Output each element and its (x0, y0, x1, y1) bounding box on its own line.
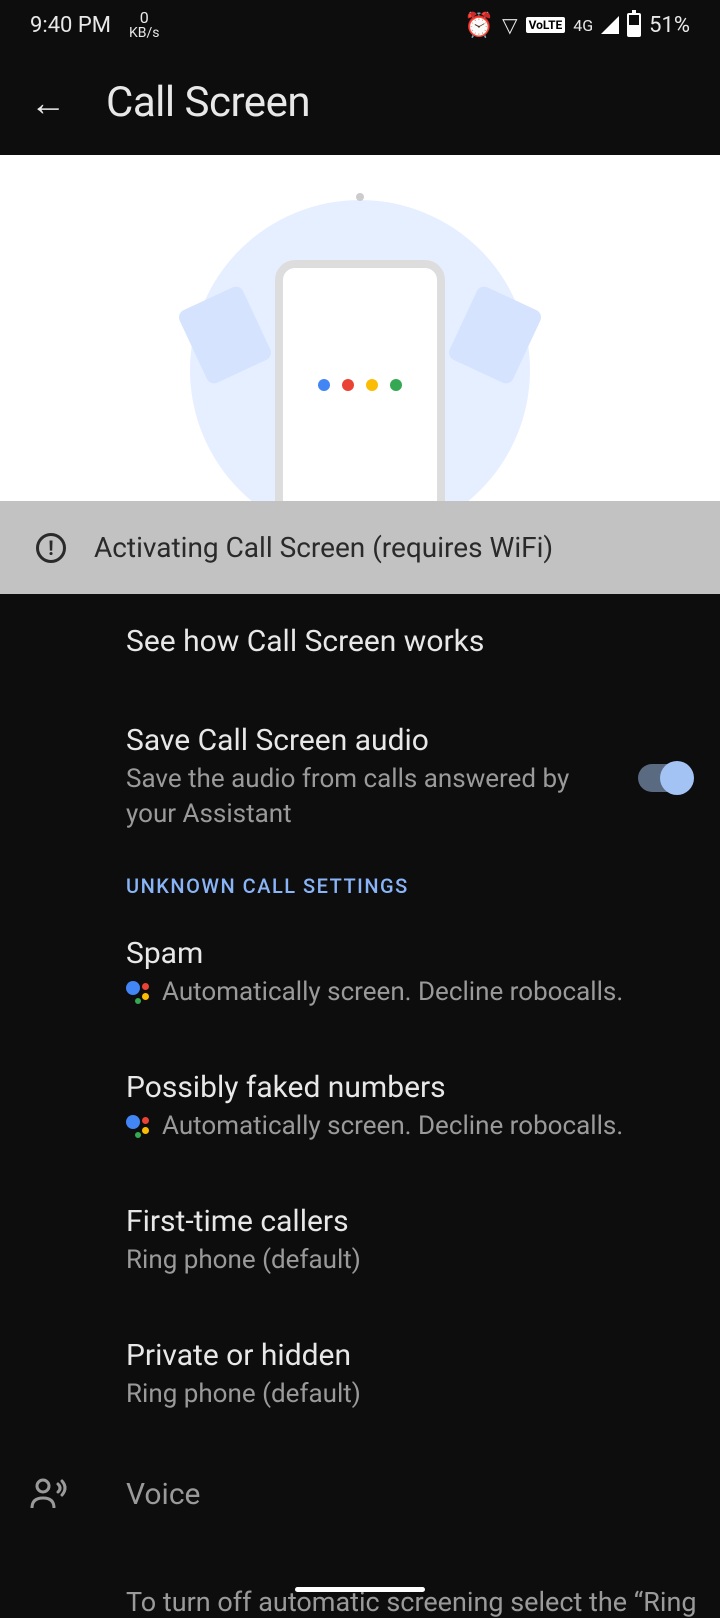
spam-item[interactable]: Spam Automatically screen. Decline roboc… (126, 906, 690, 1040)
signal-icon (601, 16, 619, 34)
settings-list: See how Call Screen works Save Call Scre… (0, 594, 720, 1443)
status-bar: 9:40 PM 0 KB/s ⏰ ▽ VoLTE 4G 51% (0, 0, 720, 50)
hero-phone (275, 260, 445, 501)
first-time-item[interactable]: First-time callers Ring phone (default) (126, 1174, 690, 1308)
nav-indicator[interactable] (295, 1587, 425, 1592)
faked-title: Possibly faked numbers (126, 1070, 690, 1105)
spam-subtitle-row: Automatically screen. Decline robocalls. (126, 975, 690, 1010)
dot-yellow (366, 379, 378, 391)
spam-title: Spam (126, 936, 690, 971)
clock: 9:40 PM (30, 13, 111, 38)
assistant-icon (126, 1115, 152, 1139)
dot-blue (318, 379, 330, 391)
alarm-icon: ⏰ (464, 11, 494, 39)
save-audio-text: Save Call Screen audio Save the audio fr… (126, 723, 618, 832)
faked-subtitle-row: Automatically screen. Decline robocalls. (126, 1109, 690, 1144)
first-time-title: First-time callers (126, 1204, 690, 1239)
activation-banner: ! Activating Call Screen (requires WiFi) (0, 501, 720, 594)
dot-red (342, 379, 354, 391)
private-title: Private or hidden (126, 1338, 690, 1373)
private-subtitle: Ring phone (default) (126, 1377, 690, 1412)
status-left: 9:40 PM 0 KB/s (30, 10, 159, 40)
unknown-calls-header: UNKNOWN CALL SETTINGS (126, 862, 690, 906)
volte-badge: VoLTE (526, 17, 566, 33)
phone-antenna (356, 193, 364, 201)
wifi-icon: ▽ (502, 13, 517, 37)
page-title: Call Screen (106, 78, 310, 127)
app-bar: ← Call Screen (0, 50, 720, 155)
faked-subtitle: Automatically screen. Decline robocalls. (162, 1109, 623, 1144)
status-right: ⏰ ▽ VoLTE 4G 51% (464, 11, 690, 39)
dot-green (390, 379, 402, 391)
first-time-subtitle: Ring phone (default) (126, 1243, 690, 1278)
how-it-works-title: See how Call Screen works (126, 624, 690, 659)
how-it-works-item[interactable]: See how Call Screen works (126, 594, 690, 693)
save-audio-item[interactable]: Save Call Screen audio Save the audio fr… (126, 693, 690, 862)
faked-numbers-item[interactable]: Possibly faked numbers Automatically scr… (126, 1040, 690, 1174)
network-speed: 0 KB/s (129, 10, 160, 40)
voice-label: Voice (126, 1477, 200, 1512)
voice-item[interactable]: Voice (0, 1443, 720, 1546)
private-item[interactable]: Private or hidden Ring phone (default) (126, 1308, 690, 1442)
banner-text: Activating Call Screen (requires WiFi) (94, 531, 553, 564)
save-audio-title: Save Call Screen audio (126, 723, 618, 758)
alert-icon: ! (36, 533, 66, 563)
voice-icon (30, 1478, 70, 1510)
hint-text: To turn off automatic screening select t… (0, 1546, 720, 1618)
save-audio-toggle[interactable] (638, 764, 690, 792)
assistant-dots (318, 379, 402, 391)
network-type: 4G (573, 16, 593, 35)
assistant-icon (126, 981, 152, 1005)
hero-illustration (0, 155, 720, 501)
battery-percent: 51% (649, 13, 690, 38)
spam-subtitle: Automatically screen. Decline robocalls. (162, 975, 623, 1010)
back-arrow-icon[interactable]: ← (30, 82, 66, 124)
battery-icon (627, 13, 641, 37)
save-audio-subtitle: Save the audio from calls answered by yo… (126, 762, 618, 832)
